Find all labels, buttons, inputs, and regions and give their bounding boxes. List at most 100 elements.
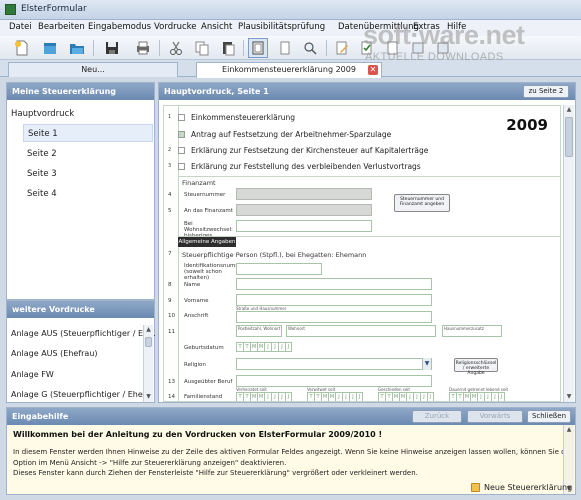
my-tax-return-panel: Meine Steuererklärung Hauptvordruck Seit… [6,82,155,300]
scroll-down-icon[interactable]: ▼ [144,392,153,402]
scroll-thumb[interactable] [145,337,152,347]
chevron-down-icon[interactable]: ▼ [422,358,431,370]
date-cell: T [314,392,321,401]
edit-doc-icon[interactable] [332,38,352,58]
dauernd-getrennt-field[interactable]: TTMMJJJJ [449,392,505,401]
checkbox-kirchensteuer[interactable] [178,146,185,154]
wohnort-field[interactable]: Wohnort [286,325,436,337]
paste-icon[interactable] [218,38,238,58]
export-icon[interactable] [408,38,428,58]
title-bar: ElsterFormular [0,0,581,20]
cut-icon[interactable] [166,38,186,58]
menu-eingabemodus[interactable]: Eingabemodus [88,22,151,32]
app-icon [5,4,16,15]
geburtsdatum-field[interactable]: TTMMJJJJ [236,342,292,352]
tab-neu[interactable]: Neu... [8,62,178,77]
form-list-item[interactable]: Anlage FW [11,370,54,379]
date-cell: J [413,392,420,401]
send-icon[interactable] [433,38,453,58]
check-doc-icon[interactable] [357,38,377,58]
date-cell: J [491,392,498,401]
scroll-up-icon[interactable]: ▲ [564,105,574,115]
menu-extras[interactable]: Extras [413,22,440,32]
checkbox-sparzulage[interactable] [178,130,185,138]
steuernummer-label: Steuernummer [184,192,226,198]
menu-vordrucke[interactable]: Vordrucke [154,22,197,32]
new-declaration-label: Neue Steuererklärung [484,483,573,492]
panel-header: weitere Vordrucke [7,301,154,318]
form-view-icon[interactable] [248,38,268,58]
vorname-field[interactable] [236,294,432,306]
save-icon[interactable] [102,38,122,58]
menu-datenuebermittlung[interactable]: Datenübermittlung [338,22,419,32]
checkbox-einkommensteuererklaerung[interactable] [178,113,185,121]
menu-bearbeiten[interactable]: Bearbeiten [38,22,85,32]
geschieden-seit-field[interactable]: TTMMJJJJ [378,392,434,401]
menu-hilfe[interactable]: Hilfe [447,22,466,32]
help-text-line: Dieses Fenster kann durch Ziehen der Fen… [13,469,418,477]
date-cell: J [264,342,271,352]
page-icon[interactable] [275,38,295,58]
scroll-up-icon[interactable]: ▲ [564,425,574,435]
postleitzahl-field[interactable]: Postleitzahl, Wohnort [236,325,282,337]
verwitwet-seit-field[interactable]: TTMMJJJJ [307,392,363,401]
date-cell: J [285,392,292,401]
menu-plausibilitaetspruefung[interactable]: Plausibilitätsprüfung [238,22,325,32]
date-cell: J [285,342,292,352]
goto-page-2-button[interactable]: zu Seite 2 [523,85,569,98]
form-scrollbar[interactable]: ▲ ▼ [563,105,574,402]
steuernummer-field[interactable] [236,188,372,200]
menu-bar: Datei Bearbeiten Eingabemodus Vordrucke … [0,20,581,36]
checkbox-verlustvortrag[interactable] [178,162,185,170]
bisheriges-finanzamt-field[interactable] [236,220,372,232]
open-folder-icon[interactable] [67,38,87,58]
forward-button[interactable]: Vorwärts [467,410,523,423]
new-icon[interactable] [12,38,32,58]
form-list-item[interactable]: Anlage AUS (Steuerpflichtiger / Eh... [11,329,156,338]
verheiratet-seit-field[interactable]: TTMMJJJJ [236,392,292,401]
vorname-label: Vorname [184,298,209,304]
add-doc-icon[interactable] [383,38,403,58]
scroll-down-icon[interactable]: ▼ [564,392,574,402]
tab-einkommensteuererklaerung[interactable]: Einkommensteuererklärung 2009 ✕ [196,62,382,78]
idnr-field[interactable] [236,263,322,275]
date-cell: M [250,342,257,352]
line-number: 14 [168,394,175,400]
name-field[interactable] [236,278,432,290]
hausnummerzusatz-field[interactable]: Hausnummerzusatz [442,325,502,337]
name-label: Name [184,282,201,288]
new-declaration-link[interactable]: Neue Steuererklärung [471,483,572,492]
nav-seite-3[interactable]: Seite 3 [23,165,153,183]
date-cell: M [257,392,264,401]
beruf-field[interactable] [236,375,432,387]
scroll-up-icon[interactable]: ▲ [144,325,153,335]
form-list-item[interactable]: Anlage G (Steuerpflichtiger / Ehe... [11,390,150,399]
open-icon[interactable] [40,38,60,58]
nav-seite-1[interactable]: Seite 1 [23,124,153,142]
menu-datei[interactable]: Datei [9,22,32,32]
religion-details-button[interactable]: Religionsschlüssel / erweiterte Angabe [454,358,498,376]
help-panel-header: Eingabehilfe Zurück Vorwärts Schließen [7,408,575,425]
scroll-thumb[interactable] [565,117,573,157]
strasse-field[interactable] [236,311,432,323]
idnr-label: Identifikationsnummer (soweit schon erha… [184,263,247,281]
line-number: 10 [168,313,175,319]
close-help-button[interactable]: Schließen [527,410,571,423]
back-button[interactable]: Zurück [412,410,462,423]
form-list-item[interactable]: Anlage AUS (Ehefrau) [11,349,98,358]
finanzamt-field[interactable] [236,204,372,216]
nav-seite-4[interactable]: Seite 4 [23,185,153,203]
print-icon[interactable] [133,38,153,58]
magnifier-icon[interactable] [300,38,320,58]
steuernummer-lookup-button[interactable]: Steuernummer und Finanzamt angeben [394,194,450,212]
date-cell: J [278,342,285,352]
religion-select[interactable]: ▼ [236,358,432,370]
menu-ansicht[interactable]: Ansicht [201,22,232,32]
close-tab-icon[interactable]: ✕ [368,65,378,75]
allgemeine-angaben-tab[interactable]: Allgemeine Angaben [178,237,236,247]
line-number: 5 [168,208,172,214]
nav-hauptvordruck[interactable]: Hauptvordruck [11,109,74,119]
copy-icon[interactable] [192,38,212,58]
more-forms-scrollbar[interactable]: ▲ ▼ [143,325,153,402]
nav-seite-2[interactable]: Seite 2 [23,145,153,163]
